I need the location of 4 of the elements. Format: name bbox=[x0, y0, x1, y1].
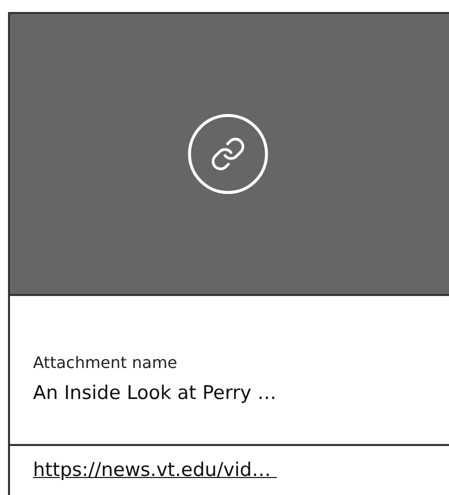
attachment-name: An Inside Look at Perry … bbox=[33, 380, 276, 406]
url-link[interactable]: https://news.vt.edu/vid… bbox=[33, 459, 277, 481]
attachment-label: Attachment name bbox=[33, 352, 178, 374]
link-icon bbox=[188, 114, 268, 194]
